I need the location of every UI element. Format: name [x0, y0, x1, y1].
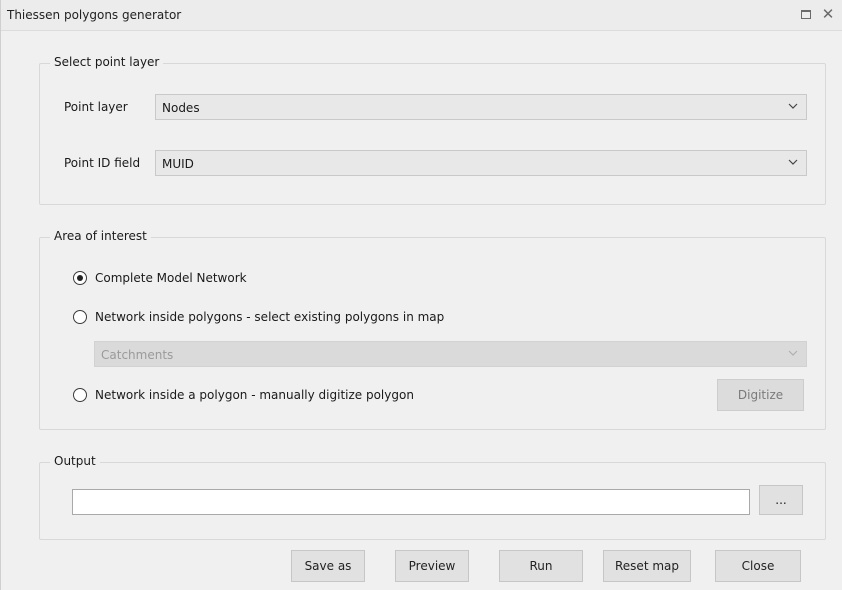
title-bar: Thiessen polygons generator ✕	[1, 0, 842, 31]
radio-network-inside-polygon-manual[interactable]: Network inside a polygon - manually digi…	[73, 386, 573, 406]
radio-button[interactable]	[73, 310, 87, 324]
run-button[interactable]: Run	[499, 550, 583, 582]
area-of-interest-legend: Area of interest	[50, 229, 151, 243]
browse-button[interactable]: ...	[759, 485, 803, 515]
select-point-layer-legend: Select point layer	[50, 55, 164, 69]
chevron-down-icon	[788, 103, 798, 109]
point-layer-label: Point layer	[64, 100, 128, 114]
window-title: Thiessen polygons generator	[7, 8, 182, 22]
preview-button[interactable]: Preview	[395, 550, 469, 582]
point-layer-value: Nodes	[162, 101, 200, 115]
maximize-icon[interactable]	[797, 5, 815, 23]
area-of-interest-group: Area of interest Complete Model Network …	[39, 229, 826, 430]
digitize-button[interactable]: Digitize	[717, 379, 804, 411]
polygons-layer-dropdown: Catchments	[94, 341, 807, 367]
close-icon[interactable]: ✕	[819, 5, 837, 23]
point-id-field-dropdown[interactable]: MUID	[155, 150, 807, 176]
output-path-field[interactable]	[72, 489, 750, 515]
radio-label: Network inside a polygon - manually digi…	[95, 388, 414, 402]
point-id-field-label: Point ID field	[64, 156, 141, 170]
radio-label: Network inside polygons - select existin…	[95, 310, 445, 324]
output-legend: Output	[50, 454, 100, 468]
close-button[interactable]: Close	[715, 550, 801, 582]
polygons-layer-value: Catchments	[101, 348, 174, 362]
radio-button-checked[interactable]	[73, 271, 87, 285]
output-group: Output ...	[39, 454, 826, 540]
reset-map-button[interactable]: Reset map	[603, 550, 691, 582]
point-layer-dropdown[interactable]: Nodes	[155, 94, 807, 120]
save-as-button[interactable]: Save as	[291, 550, 365, 582]
radio-label: Complete Model Network	[95, 271, 247, 285]
thiessen-dialog: Thiessen polygons generator ✕ Select poi…	[0, 0, 842, 590]
radio-button[interactable]	[73, 388, 87, 402]
chevron-down-icon	[788, 159, 798, 165]
chevron-down-icon	[788, 350, 798, 356]
radio-network-inside-polygons[interactable]: Network inside polygons - select existin…	[73, 308, 573, 328]
point-id-field-value: MUID	[162, 157, 194, 171]
radio-complete-model-network[interactable]: Complete Model Network	[73, 269, 373, 289]
select-point-layer-group: Select point layer Point layer Nodes Poi…	[39, 55, 826, 205]
